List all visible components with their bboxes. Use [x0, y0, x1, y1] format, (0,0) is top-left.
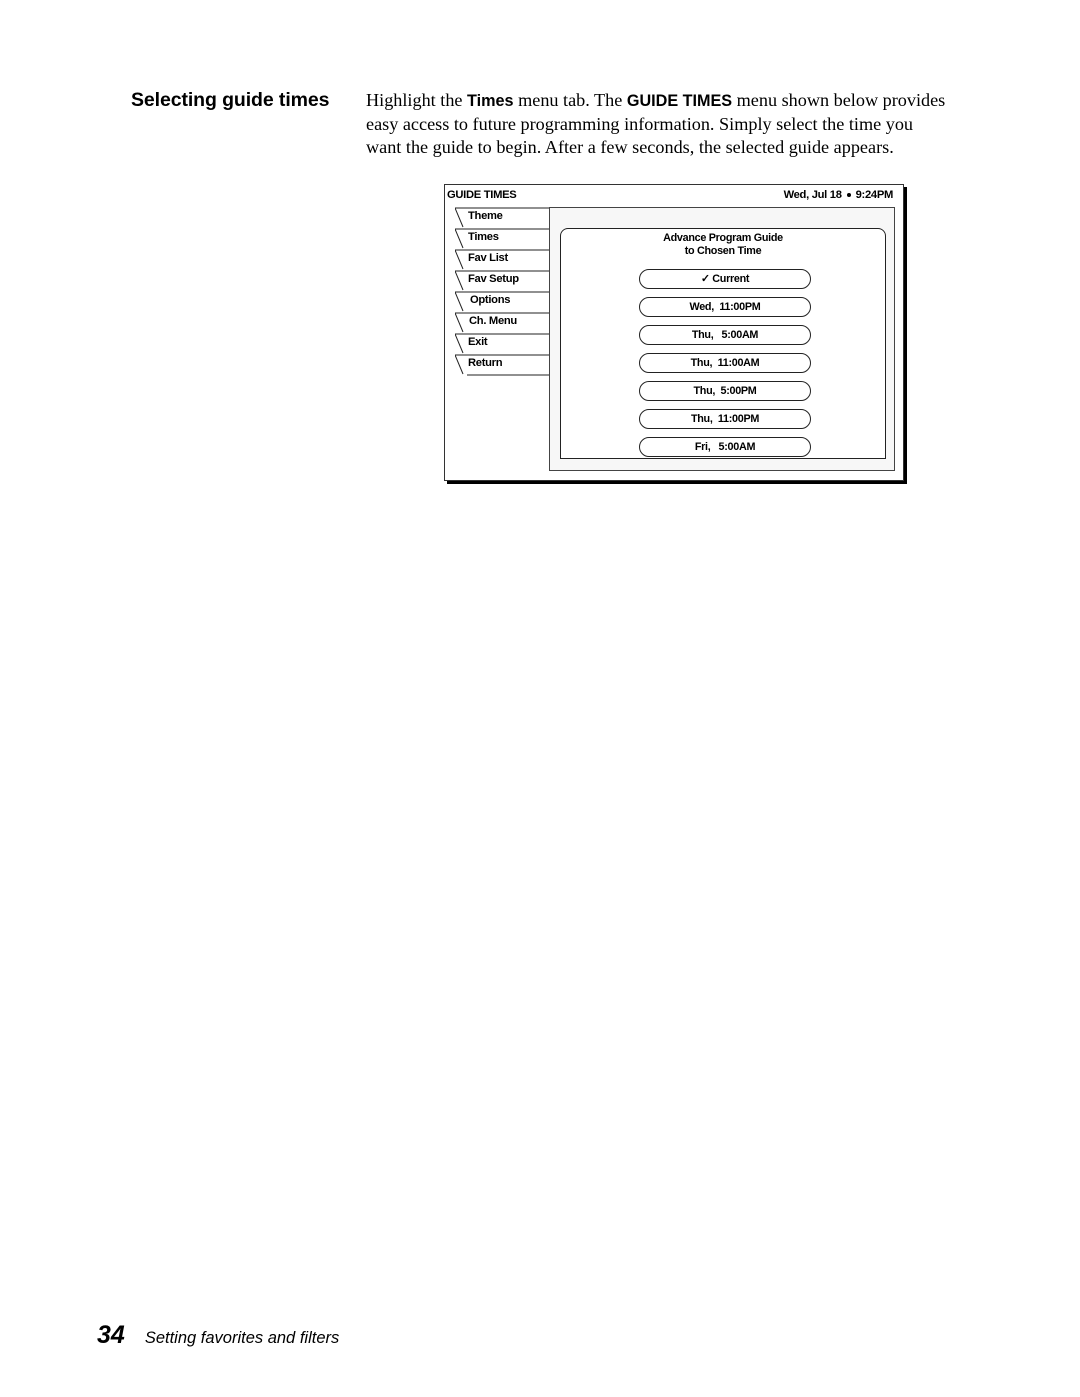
body-line-1: Highlight the Times menu tab. The GUIDE …: [366, 89, 1006, 113]
time-option[interactable]: Thu, 11:00AM: [639, 353, 811, 373]
text-run: menu shown below provides: [732, 90, 946, 110]
tab-fav-list[interactable]: Fav List: [455, 249, 550, 270]
time-options: ✓ Current Wed, 11:00PM Thu, 5:00AM Thu, …: [639, 269, 811, 465]
tab-label: Fav List: [468, 252, 508, 264]
tab-label: Times: [468, 231, 499, 243]
content-panel: Advance Program Guide to Chosen Time ✓ C…: [549, 207, 895, 471]
guide-times-menu: GUIDE TIMES Wed, Jul 18 9:24PM Theme Tim…: [444, 184, 904, 481]
time-option[interactable]: Wed, 11:00PM: [639, 297, 811, 317]
time-option[interactable]: Fri, 5:00AM: [639, 437, 811, 457]
body-line-2: easy access to future programming inform…: [366, 114, 914, 134]
tab-label: Ch. Menu: [469, 315, 517, 327]
time-option[interactable]: Thu, 5:00AM: [639, 325, 811, 345]
time-option[interactable]: Thu, 11:00PM: [639, 409, 811, 429]
tab-label: Exit: [468, 336, 488, 348]
time-option-current[interactable]: ✓ Current: [639, 269, 811, 289]
time-option[interactable]: Thu, 5:00PM: [639, 381, 811, 401]
page-footer: 34 Setting favorites and filters: [97, 1321, 339, 1350]
text-run: Highlight the: [366, 90, 468, 110]
menu-title: GUIDE TIMES: [447, 189, 517, 201]
tab-options[interactable]: Options: [455, 291, 550, 312]
tab-return[interactable]: Return: [455, 354, 550, 376]
section-heading: Selecting guide times: [131, 89, 330, 111]
footer-section-title: Setting favorites and filters: [144, 1329, 340, 1347]
tab-times[interactable]: Times: [455, 228, 550, 249]
text-run: menu tab. The: [513, 90, 627, 110]
menu-date: Wed, Jul 18: [783, 189, 842, 201]
time-selection-box: Advance Program Guide to Chosen Time ✓ C…: [560, 228, 886, 459]
times-term: Times: [467, 92, 514, 110]
body-paragraph: Highlight the Times menu tab. The GUIDE …: [366, 89, 1006, 159]
tab-theme[interactable]: Theme: [455, 207, 550, 228]
tab-fav-setup[interactable]: Fav Setup: [455, 270, 550, 291]
bullet-icon: [846, 193, 851, 197]
tab-label: Options: [470, 294, 511, 306]
tab-label: Fav Setup: [468, 273, 519, 285]
tab-label: Return: [468, 357, 503, 369]
panel-heading: Advance Program Guide to Chosen Time: [561, 232, 885, 258]
tab-ch-menu[interactable]: Ch. Menu: [455, 312, 550, 333]
tab-exit[interactable]: Exit: [455, 333, 550, 354]
menu-tabs: Theme Times Fav List Fav Setup Options C…: [455, 207, 550, 376]
body-line-3: want the guide to begin. After a few sec…: [366, 137, 894, 157]
tab-label: Theme: [468, 210, 503, 222]
panel-heading-line-1: Advance Program Guide: [663, 232, 783, 244]
panel-heading-line-2: to Chosen Time: [684, 245, 762, 257]
menu-time: 9:24PM: [855, 189, 894, 201]
menu-datetime: Wed, Jul 18 9:24PM: [783, 189, 894, 201]
guide-times-term: GUIDE TIMES: [626, 92, 733, 110]
page-number: 34: [97, 1321, 125, 1349]
